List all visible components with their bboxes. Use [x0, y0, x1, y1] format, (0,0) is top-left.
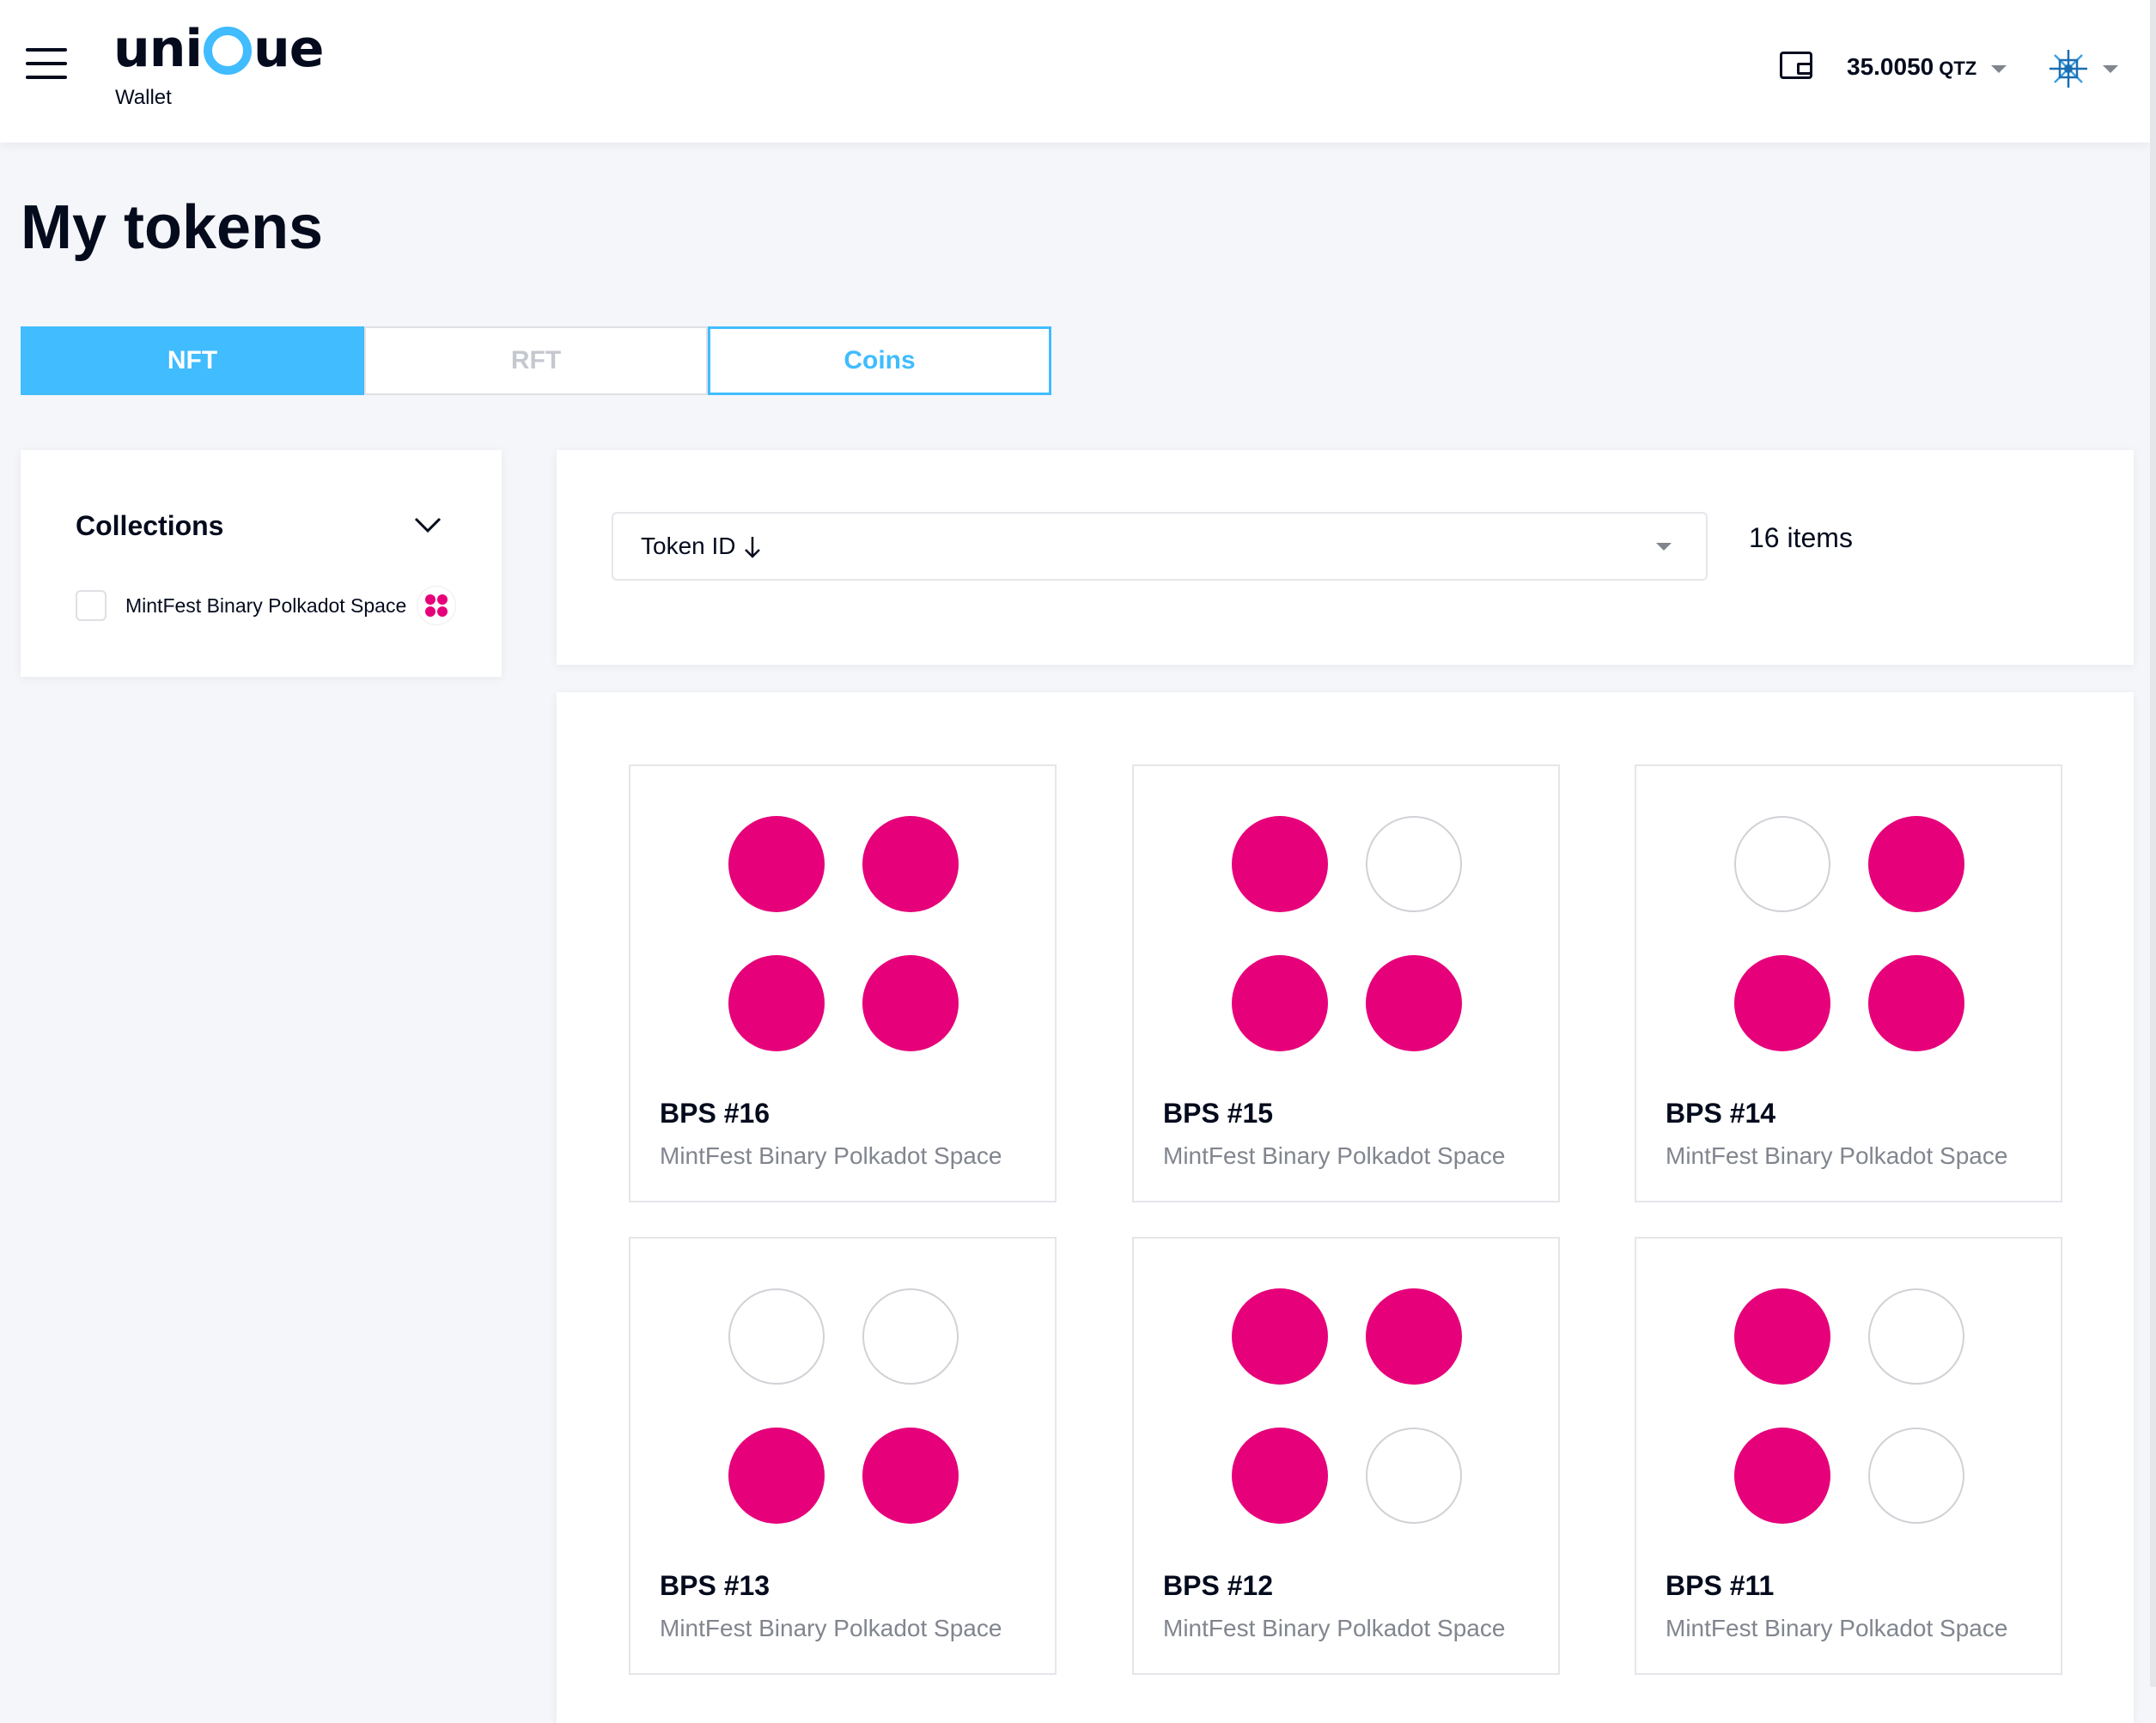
token-grid: BPS #16 MintFest Binary Polkadot Space BPS… [557, 692, 2134, 1723]
token-title: BPS #13 [660, 1570, 770, 1601]
collection-avatar-icon [417, 586, 457, 625]
polkadot-dot-empty [1868, 1288, 1964, 1385]
polkadot-dot-filled [1868, 816, 1964, 912]
polkadot-dot-filled [1868, 955, 1964, 1051]
tab-nft[interactable]: NFT [21, 326, 364, 395]
hamburger-menu-icon[interactable] [26, 48, 70, 82]
token-title: BPS #15 [1163, 1098, 1274, 1129]
token-title: BPS #16 [660, 1098, 770, 1129]
balance-display[interactable]: 35.0050 QTZ [1847, 53, 1976, 81]
unique-logo[interactable]: uni ue Wallet [113, 19, 324, 109]
token-card[interactable]: BPS #15 MintFest Binary Polkadot Space [1132, 764, 1560, 1202]
polkadot-dot-filled [1734, 1288, 1830, 1385]
polkadot-dot-filled [1232, 1288, 1328, 1385]
select-caret-down-icon [1656, 543, 1672, 551]
token-card[interactable]: BPS #13 MintFest Binary Polkadot Space [629, 1237, 1057, 1675]
token-card[interactable]: BPS #14 MintFest Binary Polkadot Space [1635, 764, 2062, 1202]
token-title: BPS #12 [1163, 1570, 1274, 1601]
account-avatar-icon[interactable] [2048, 48, 2089, 89]
token-collection-name: MintFest Binary Polkadot Space [1163, 1615, 1506, 1641]
logo-text-left: uni [113, 19, 203, 79]
token-card[interactable]: BPS #16 MintFest Binary Polkadot Space [629, 764, 1057, 1202]
polkadot-dot-filled [728, 816, 825, 912]
polkadot-dot-empty [1868, 1428, 1964, 1524]
token-collection-name: MintFest Binary Polkadot Space [1666, 1142, 2008, 1169]
polkadot-dot-filled [862, 955, 959, 1051]
polkadot-dot-filled [728, 1428, 825, 1524]
token-collection-name: MintFest Binary Polkadot Space [660, 1615, 1002, 1641]
polkadot-dot-filled [1232, 955, 1328, 1051]
chevron-down-icon[interactable] [412, 508, 443, 539]
polkadot-dot-filled [862, 1428, 959, 1524]
account-caret-down-icon[interactable] [2103, 65, 2118, 73]
sort-panel: Token ID 16 items [557, 450, 2134, 665]
page-title: My tokens [21, 193, 324, 262]
collection-filter-item[interactable]: MintFest Binary Polkadot Space [76, 586, 457, 625]
arrow-down-icon [745, 537, 760, 558]
top-bar: uni ue Wallet 35.0050 QTZ [0, 0, 2150, 143]
polkadot-dot-filled [1734, 955, 1830, 1051]
polkadot-dot-filled [728, 955, 825, 1051]
polkadot-dot-empty [1734, 816, 1830, 912]
polkadot-dot-empty [728, 1288, 825, 1385]
collections-filter-panel: Collections MintFest Binary Polkadot Spa… [21, 450, 502, 677]
page-scrollbar[interactable] [2150, 0, 2156, 1687]
token-type-tabs: NFT RFT Coins [21, 326, 1051, 395]
polkadot-dot-filled [862, 816, 959, 912]
polkadot-dot-filled [1232, 816, 1328, 912]
polkadot-dot-filled [1232, 1428, 1328, 1524]
polkadot-dot-filled [1366, 1288, 1462, 1385]
items-count: 16 items [1749, 522, 1853, 553]
polkadot-dot-filled [1366, 955, 1462, 1051]
collections-title: Collections [76, 510, 224, 541]
token-title: BPS #14 [1666, 1098, 1776, 1129]
polkadot-dot-empty [862, 1288, 959, 1385]
token-title: BPS #11 [1666, 1570, 1775, 1601]
tab-rft[interactable]: RFT [364, 326, 708, 395]
balance-unit: QTZ [1939, 58, 1977, 79]
token-collection-name: MintFest Binary Polkadot Space [660, 1142, 1002, 1169]
polkadot-dot-empty [1366, 1428, 1462, 1524]
token-card[interactable]: BPS #12 MintFest Binary Polkadot Space [1132, 1237, 1560, 1675]
token-collection-name: MintFest Binary Polkadot Space [1163, 1142, 1506, 1169]
polkadot-dot-empty [1366, 816, 1462, 912]
polkadot-dot-filled [1734, 1428, 1830, 1524]
logo-subtitle: Wallet [115, 86, 172, 109]
logo-text-right: ue [253, 19, 324, 79]
logo-q-mark [204, 27, 252, 75]
tab-coins[interactable]: Coins [708, 326, 1051, 395]
balance-caret-down-icon[interactable] [1991, 65, 2007, 73]
collection-checkbox[interactable] [76, 590, 107, 621]
token-collection-name: MintFest Binary Polkadot Space [1666, 1615, 2008, 1641]
wallet-icon [1780, 52, 1812, 79]
collection-label: MintFest Binary Polkadot Space [125, 594, 407, 617]
token-card[interactable]: BPS #11 MintFest Binary Polkadot Space [1635, 1237, 2062, 1675]
balance-amount: 35.0050 [1847, 53, 1934, 80]
sort-select-value: Token ID [641, 533, 736, 559]
sort-select[interactable]: Token ID [612, 512, 1708, 581]
